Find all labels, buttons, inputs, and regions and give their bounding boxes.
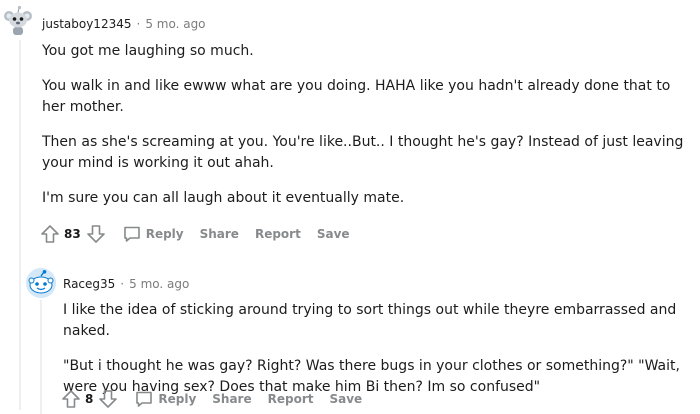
comment-paragraph: You walk in and like ewww what are you d… xyxy=(42,78,671,115)
comment-paragraph: I'm sure you can all laugh about it even… xyxy=(42,190,405,206)
snoo-avatar-icon xyxy=(4,5,32,35)
arrow-up-outline-icon xyxy=(41,225,59,243)
save-button[interactable]: Save xyxy=(321,387,370,411)
thread-line-2[interactable] xyxy=(40,300,42,414)
downvote-button[interactable] xyxy=(96,387,120,411)
share-button[interactable]: Share xyxy=(204,387,259,411)
reply-label: Reply xyxy=(145,227,184,241)
reply-button[interactable]: Reply xyxy=(126,387,204,411)
upvote-button[interactable] xyxy=(59,387,83,411)
comment-meta: Raceg35 · 5 mo. ago xyxy=(63,277,189,291)
arrow-down-outline-icon xyxy=(99,390,118,408)
vote-count: 83 xyxy=(64,227,81,241)
meta-separator: · xyxy=(120,277,125,291)
arrow-down-outline-icon xyxy=(86,225,105,243)
arrow-up-outline-icon xyxy=(62,390,80,408)
username[interactable]: Raceg35 xyxy=(63,277,115,291)
username[interactable]: justaboy12345 xyxy=(42,17,131,31)
reply-label: Reply xyxy=(158,392,197,406)
report-button[interactable]: Report xyxy=(247,222,309,246)
speech-bubble-icon xyxy=(136,391,153,407)
comment-meta: justaboy12345 · 5 mo. ago xyxy=(42,17,206,31)
comment-actions: 83 Reply Share Report Save xyxy=(38,222,358,246)
comment-actions: 8 Reply Share Report Save xyxy=(59,387,370,411)
vote-count: 8 xyxy=(85,392,94,406)
comment-paragraph: Then as she's screaming at you. You're l… xyxy=(42,134,684,171)
timestamp[interactable]: 5 mo. ago xyxy=(145,17,205,31)
save-button[interactable]: Save xyxy=(309,222,358,246)
comment-body: You got me laughing so much. You walk in… xyxy=(42,41,692,223)
comment-paragraph: I like the idea of sticking around tryin… xyxy=(63,302,677,339)
share-button[interactable]: Share xyxy=(192,222,247,246)
timestamp[interactable]: 5 mo. ago xyxy=(129,277,189,291)
snoo-avatar-icon xyxy=(26,268,56,298)
user-avatar[interactable] xyxy=(2,5,34,37)
speech-bubble-icon xyxy=(123,226,140,242)
comment-paragraph: You got me laughing so much. xyxy=(42,43,254,59)
upvote-button[interactable] xyxy=(38,222,62,246)
report-button[interactable]: Report xyxy=(260,387,322,411)
downvote-button[interactable] xyxy=(84,222,108,246)
thread-line-1[interactable] xyxy=(19,40,21,410)
user-avatar[interactable] xyxy=(26,268,56,298)
reply-button[interactable]: Reply xyxy=(114,222,192,246)
meta-separator: · xyxy=(136,17,141,31)
